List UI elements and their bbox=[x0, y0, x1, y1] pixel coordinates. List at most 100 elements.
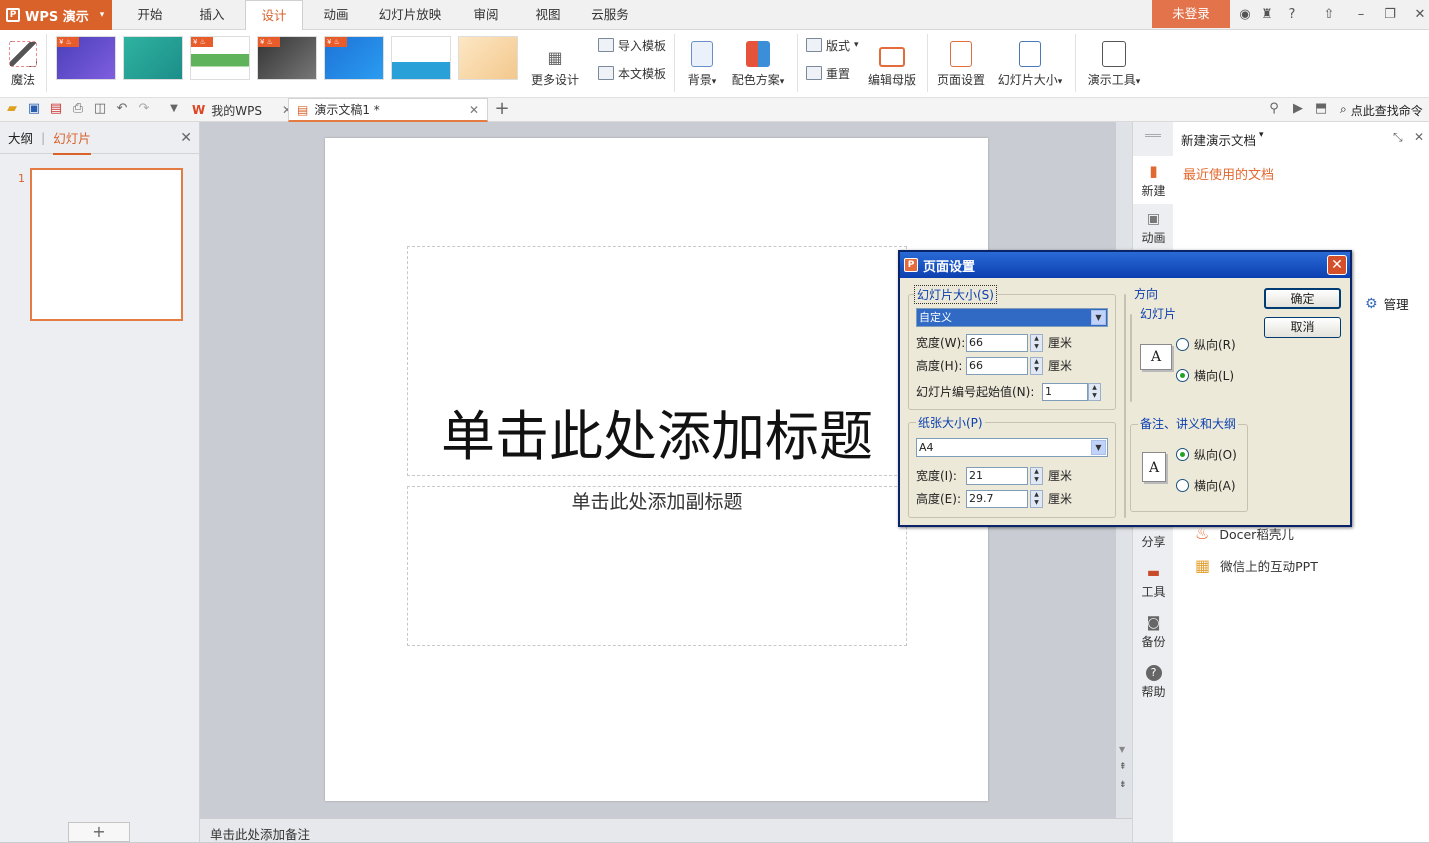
page-setup-button[interactable]: 页面设置 bbox=[934, 32, 988, 96]
ok-button[interactable]: 确定 bbox=[1264, 288, 1341, 309]
orientation-group-label: 方向 bbox=[1132, 285, 1161, 302]
import-template-button[interactable]: 导入模板 bbox=[598, 34, 666, 56]
template-thumb[interactable] bbox=[391, 36, 451, 80]
nav-tools[interactable]: ▬ 工具 bbox=[1133, 558, 1174, 606]
subtitle-placeholder[interactable]: 单击此处添加副标题 bbox=[407, 486, 907, 646]
next-slide-icon[interactable]: ⇟ bbox=[1119, 780, 1127, 790]
customize-dropdown-icon[interactable]: ▼ bbox=[166, 101, 182, 117]
width-field[interactable]: 66 bbox=[966, 334, 1028, 352]
width-stepper[interactable]: ▲ ▼ bbox=[1030, 334, 1043, 352]
dialog-title-bar[interactable]: P 页面设置 bbox=[900, 252, 1350, 278]
upload-icon[interactable]: ⇧ bbox=[1320, 6, 1338, 24]
undo-icon[interactable]: ↶ bbox=[114, 101, 130, 117]
close-icon[interactable]: ✕ bbox=[469, 103, 479, 117]
slide-canvas[interactable]: 单击此处添加标题 单击此处添加副标题 bbox=[325, 138, 988, 801]
minimize-icon[interactable]: – bbox=[1352, 6, 1370, 24]
tab-animation[interactable]: 动画 bbox=[314, 0, 358, 30]
notes-pane[interactable]: 单击此处添加备注 bbox=[200, 818, 1132, 842]
help-icon[interactable]: ? bbox=[1283, 6, 1301, 24]
slide-portrait-radio[interactable]: 纵向(R) bbox=[1176, 336, 1236, 353]
landscape-page-icon: A bbox=[1140, 344, 1172, 370]
list-item-wechat-ppt[interactable]: ▦ 微信上的互动PPT bbox=[1195, 556, 1318, 575]
task-pane-header[interactable]: 新建演示文档 ▾ bbox=[1181, 130, 1264, 149]
login-button[interactable]: 未登录 bbox=[1152, 0, 1230, 28]
slide-landscape-radio[interactable]: 横向(L) bbox=[1176, 367, 1234, 384]
tab-design[interactable]: 设计 bbox=[245, 0, 303, 31]
paper-height-stepper[interactable]: ▲ ▼ bbox=[1030, 490, 1043, 508]
tab-outline[interactable]: 大纲 bbox=[8, 128, 33, 147]
paper-width-field[interactable]: 21 bbox=[966, 467, 1028, 485]
scroll-down-icon[interactable]: ▼ bbox=[1119, 745, 1125, 754]
new-tab-icon[interactable]: + bbox=[494, 100, 510, 118]
more-design-button[interactable]: ▦ 更多设计 bbox=[526, 32, 584, 96]
cancel-button[interactable]: 取消 bbox=[1264, 317, 1341, 338]
app-menu-button[interactable]: P WPS 演示 ▾ bbox=[0, 0, 112, 30]
skin-icon[interactable]: ◉ bbox=[1236, 6, 1254, 24]
collapse-icon[interactable]: ⤡ bbox=[1393, 130, 1403, 145]
start-number-field[interactable]: 1 bbox=[1042, 383, 1088, 401]
command-search[interactable]: ⌕ 点此查找命令 bbox=[1340, 102, 1423, 119]
tab-slideshow[interactable]: 幻灯片放映 bbox=[373, 0, 447, 30]
template-thumb[interactable] bbox=[123, 36, 183, 80]
tab-start[interactable]: 开始 bbox=[130, 0, 170, 30]
paper-size-select[interactable]: A4 ▼ bbox=[916, 438, 1108, 457]
slide-landscape-label: 横向(L) bbox=[1194, 369, 1235, 383]
tab-insert[interactable]: 插入 bbox=[190, 0, 234, 30]
play-icon[interactable]: ▶ bbox=[1290, 101, 1306, 117]
template-thumb[interactable] bbox=[458, 36, 518, 80]
paper-width-stepper[interactable]: ▲ ▼ bbox=[1030, 467, 1043, 485]
save-icon[interactable]: ▣ bbox=[26, 101, 42, 117]
prev-slide-icon[interactable]: ⇞ bbox=[1119, 762, 1127, 772]
tab-document[interactable]: ▤ 演示文稿1 * ✕ bbox=[288, 98, 488, 122]
template-thumb[interactable]: ¥ ♨ bbox=[324, 36, 384, 80]
notes-portrait-radio[interactable]: 纵向(O) bbox=[1176, 446, 1237, 463]
background-button[interactable]: 背景▾ bbox=[682, 32, 722, 96]
pdf-icon[interactable]: ▤ bbox=[48, 101, 64, 117]
open-folder-icon[interactable]: ▰ bbox=[4, 101, 20, 117]
shirt-icon[interactable]: ♜ bbox=[1258, 6, 1276, 24]
notes-landscape-radio[interactable]: 横向(A) bbox=[1176, 477, 1236, 494]
template-thumb[interactable]: ¥ ♨ bbox=[190, 36, 250, 80]
tab-my-wps[interactable]: W 我的WPS ✕ bbox=[184, 98, 300, 122]
title-placeholder[interactable]: 单击此处添加标题 bbox=[407, 246, 907, 476]
edit-master-button[interactable]: 编辑母版 bbox=[864, 32, 920, 96]
layout-button[interactable]: 版式 ▾ bbox=[806, 34, 859, 56]
this-template-button[interactable]: 本文模板 bbox=[598, 62, 666, 84]
close-icon[interactable]: ✕ bbox=[1411, 6, 1429, 24]
height-stepper[interactable]: ▲ ▼ bbox=[1030, 357, 1043, 375]
manage-button[interactable]: ⚙ 管理 bbox=[1365, 294, 1409, 313]
height-field[interactable]: 66 bbox=[966, 357, 1028, 375]
slide-size-button[interactable]: 幻灯片大小▾ bbox=[993, 32, 1067, 96]
nav-backup[interactable]: ◙ 备份 bbox=[1133, 608, 1174, 656]
start-number-stepper[interactable]: ▲ ▼ bbox=[1088, 383, 1101, 401]
color-scheme-button[interactable]: 配色方案▾ bbox=[727, 32, 789, 96]
close-icon[interactable]: ✕ bbox=[180, 130, 192, 146]
print-icon[interactable]: ⎙ bbox=[70, 101, 86, 117]
pin-icon[interactable]: ⚲ bbox=[1266, 101, 1282, 117]
drag-handle-icon[interactable] bbox=[1145, 134, 1161, 137]
close-icon[interactable]: ✕ bbox=[1414, 130, 1424, 144]
reset-button[interactable]: 重置 bbox=[806, 62, 850, 84]
template-thumb[interactable]: ¥ ♨ bbox=[257, 36, 317, 80]
presentation-tools-button[interactable]: 演示工具▾ bbox=[1083, 32, 1145, 96]
tab-slides[interactable]: 幻灯片 bbox=[53, 128, 91, 155]
dialog-close-button[interactable]: ✕ bbox=[1327, 255, 1347, 275]
print-preview-icon[interactable]: ◫ bbox=[92, 101, 108, 117]
magic-button[interactable]: 魔法 bbox=[6, 32, 40, 96]
slide-thumbnail[interactable] bbox=[30, 168, 183, 321]
nav-animation[interactable]: ▣ 动画 bbox=[1133, 204, 1174, 252]
nav-new[interactable]: ▮ 新建 bbox=[1133, 156, 1174, 204]
share-icon[interactable]: ⬒ bbox=[1313, 101, 1329, 117]
template-icon bbox=[598, 66, 614, 80]
restore-icon[interactable]: ❐ bbox=[1381, 6, 1399, 24]
nav-animation-label: 动画 bbox=[1141, 230, 1166, 245]
nav-help[interactable]: ? 帮助 bbox=[1133, 658, 1174, 706]
add-slide-button[interactable]: + bbox=[68, 822, 130, 842]
tab-cloud[interactable]: 云服务 bbox=[585, 0, 635, 30]
template-thumb[interactable]: ¥ ♨ bbox=[56, 36, 116, 80]
tab-review[interactable]: 审阅 bbox=[466, 0, 506, 30]
redo-icon[interactable]: ↷ bbox=[136, 101, 152, 117]
slide-size-select[interactable]: 自定义 ▼ bbox=[916, 308, 1108, 327]
paper-height-field[interactable]: 29.7 bbox=[966, 490, 1028, 508]
tab-view[interactable]: 视图 bbox=[526, 0, 570, 30]
